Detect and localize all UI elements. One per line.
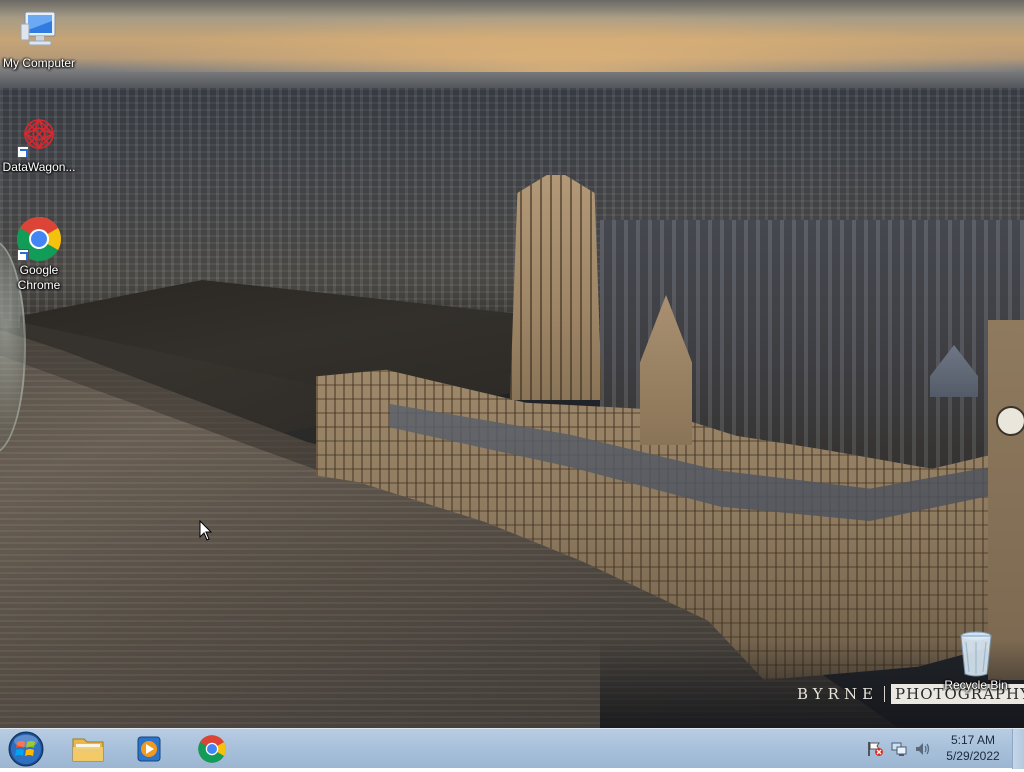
network-icon[interactable] xyxy=(890,741,908,757)
datawagon-icon xyxy=(15,112,63,160)
show-desktop-button[interactable] xyxy=(1012,729,1024,769)
computer-icon xyxy=(15,8,63,56)
desktop-icon-label: Recycle Bin xyxy=(944,678,1008,692)
chrome-icon xyxy=(15,215,63,263)
watermark-divider xyxy=(884,686,886,702)
desktop-icon-my-computer[interactable]: My Computer xyxy=(1,8,77,71)
wallpaper-sky xyxy=(0,0,1024,72)
wallpaper-clock-face xyxy=(996,406,1024,436)
taskbar-explorer-button[interactable] xyxy=(64,731,112,767)
folder-icon xyxy=(72,738,104,762)
shortcut-arrow-icon xyxy=(17,146,29,158)
taskbar-chrome-button[interactable] xyxy=(188,731,236,767)
watermark-left: BYRNE xyxy=(797,685,879,703)
start-orb-icon xyxy=(8,731,44,767)
clock-date: 5/29/2022 xyxy=(946,749,1000,763)
desktop-icon-datawagon[interactable]: DataWagon... xyxy=(1,112,77,175)
volume-icon[interactable] xyxy=(914,741,932,757)
media-player-icon xyxy=(137,736,161,762)
action-center-icon[interactable] xyxy=(866,741,884,757)
desktop-icon-label: DataWagon... xyxy=(2,160,76,174)
taskbar: 5:17 AM 5/29/2022 xyxy=(0,728,1024,769)
clock-time: 5:17 AM xyxy=(950,733,996,747)
shortcut-arrow-icon xyxy=(17,249,29,261)
desktop-icon-recycle-bin[interactable]: Recycle Bin xyxy=(938,630,1014,693)
desktop[interactable]: BYRNE PHOTOGRAPHY My Computer DataWagon.… xyxy=(0,0,1024,728)
wallpaper-clock-tower xyxy=(988,320,1024,680)
recycle-bin-icon xyxy=(952,630,1000,678)
desktop-icon-label: Google Chrome xyxy=(17,263,61,292)
mouse-cursor-icon xyxy=(199,520,213,541)
chrome-icon xyxy=(198,735,226,763)
taskbar-clock[interactable]: 5:17 AM 5/29/2022 xyxy=(934,732,1012,764)
desktop-icon-google-chrome[interactable]: Google Chrome xyxy=(1,215,77,293)
wallpaper-victoria-tower xyxy=(510,175,602,400)
start-button[interactable] xyxy=(6,730,46,768)
desktop-icon-label: My Computer xyxy=(2,56,76,70)
taskbar-media-player-button[interactable] xyxy=(124,731,172,767)
